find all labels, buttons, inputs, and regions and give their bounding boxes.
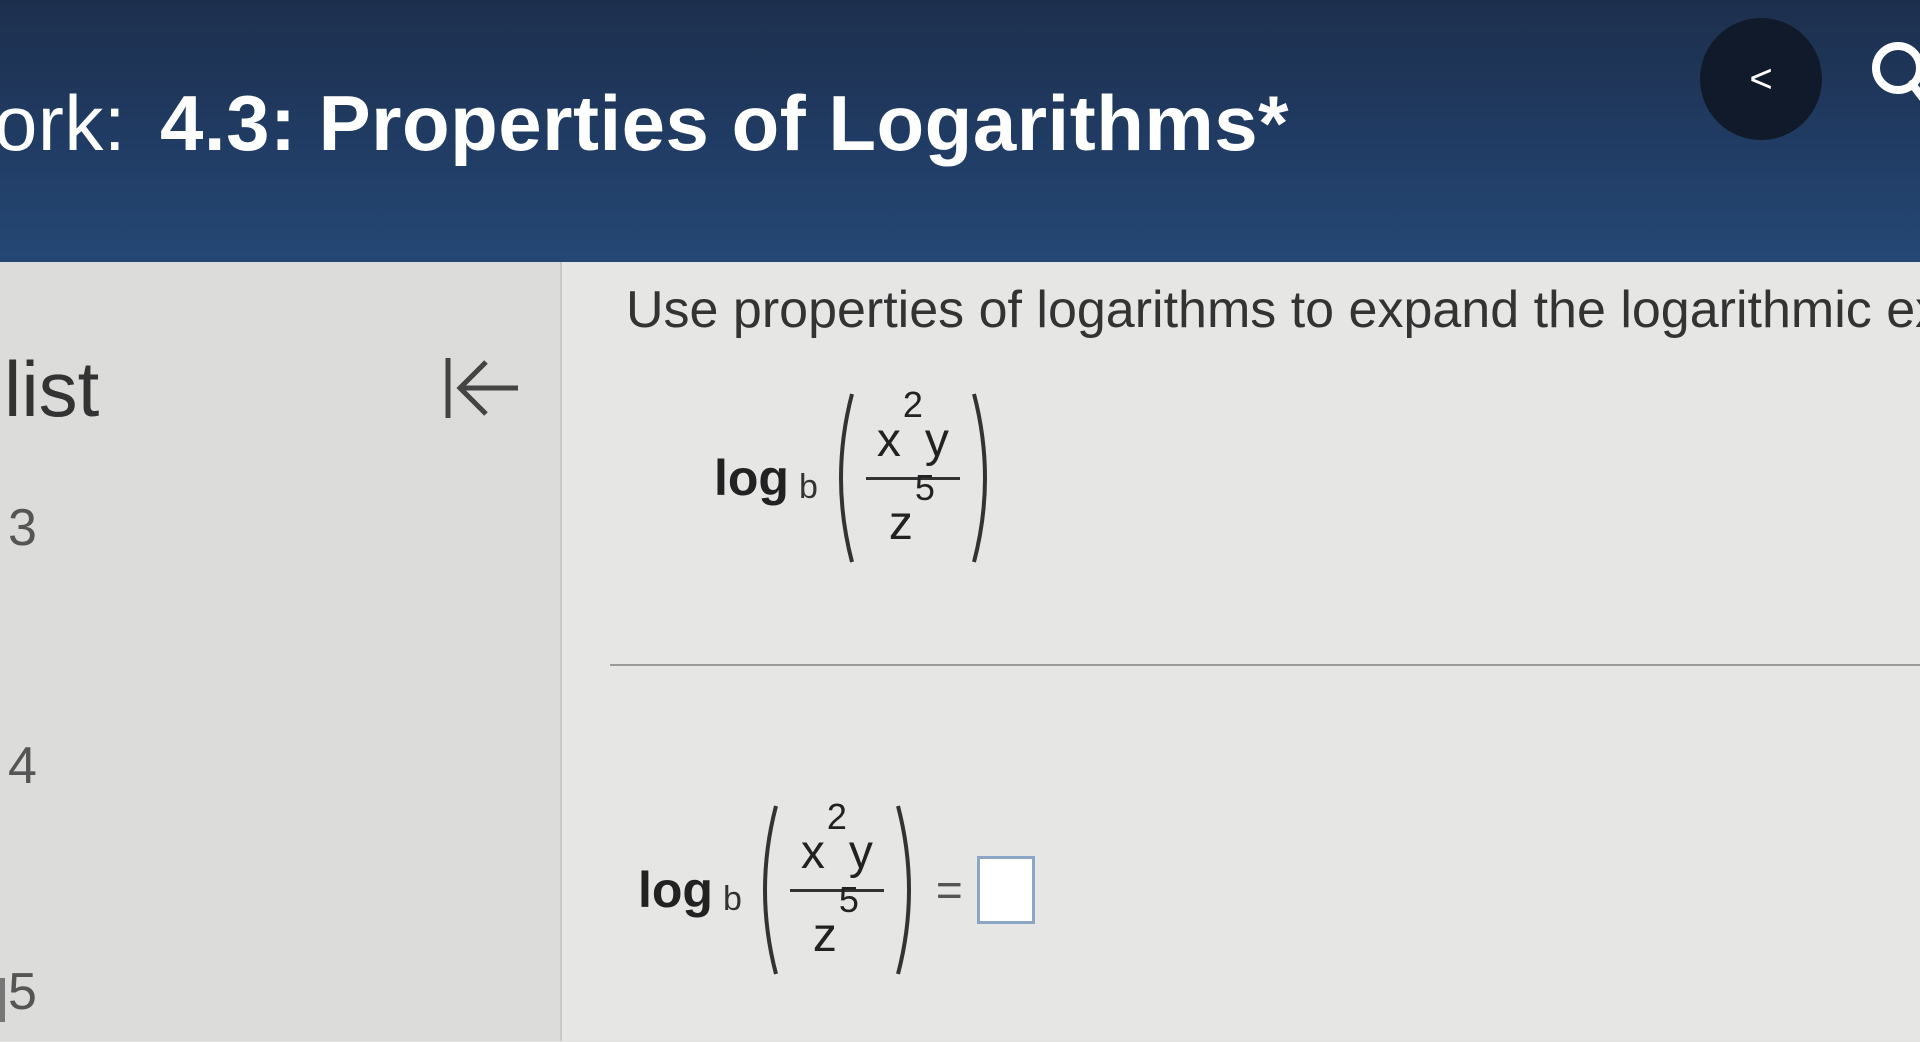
sidebar-item-label: 3 — [8, 499, 37, 557]
collapse-sidebar-icon[interactable] — [438, 348, 526, 428]
sidebar-item-label: 4 — [8, 737, 37, 795]
sidebar-item-label: 5 — [8, 963, 37, 1021]
sidebar-item-4[interactable]: 4 — [0, 736, 520, 816]
right-paren — [895, 805, 911, 975]
fraction-bar — [789, 888, 884, 892]
sidebar-item-3[interactable]: 3 — [0, 498, 520, 578]
back-button[interactable]: < — [1700, 18, 1822, 140]
log-operator: log — [714, 450, 789, 506]
section-divider — [610, 664, 1920, 666]
fraction-denominator: z5 — [888, 466, 935, 550]
given-expression: log b x2y z5 — [714, 383, 998, 566]
sidebar-title: list — [4, 345, 100, 433]
fraction-numerator: x2y — [800, 795, 873, 879]
search-icon[interactable] — [1868, 38, 1920, 108]
chevron-left-icon: < — [1749, 56, 1773, 101]
page-title-prefix: ork: — [0, 79, 127, 167]
sidebar-item-marker — [0, 978, 5, 1022]
fraction: x2y z5 — [789, 795, 884, 962]
answer-input[interactable] — [976, 856, 1035, 924]
page-title-text: 4.3: Properties of Logarithms* — [160, 79, 1289, 167]
fraction-denominator: z5 — [812, 878, 859, 962]
equals-sign: = — [935, 864, 963, 916]
sidebar-item-5[interactable]: 5 — [0, 962, 520, 1042]
top-header: ork: 4.3: Properties of Logarithms* < — [0, 0, 1920, 262]
assignment-sidebar: list 3 4 5 — [0, 262, 562, 1041]
fraction: x2y z5 — [865, 383, 960, 550]
log-base: b — [798, 467, 818, 506]
left-paren — [762, 805, 778, 975]
fraction-numerator: x2y — [876, 383, 949, 467]
question-instructions: Use properties of logarithms to expand t… — [626, 281, 1920, 339]
left-paren — [838, 393, 854, 563]
page-title: ork: 4.3: Properties of Logarithms* — [0, 78, 1289, 169]
question-panel: Use properties of logarithms to expand t… — [562, 262, 1920, 1041]
answer-expression: log b x2y z5 = — [638, 795, 1035, 978]
log-base: b — [722, 879, 742, 918]
fraction-bar — [865, 476, 960, 480]
right-paren — [971, 393, 987, 563]
log-operator: log — [638, 862, 713, 918]
